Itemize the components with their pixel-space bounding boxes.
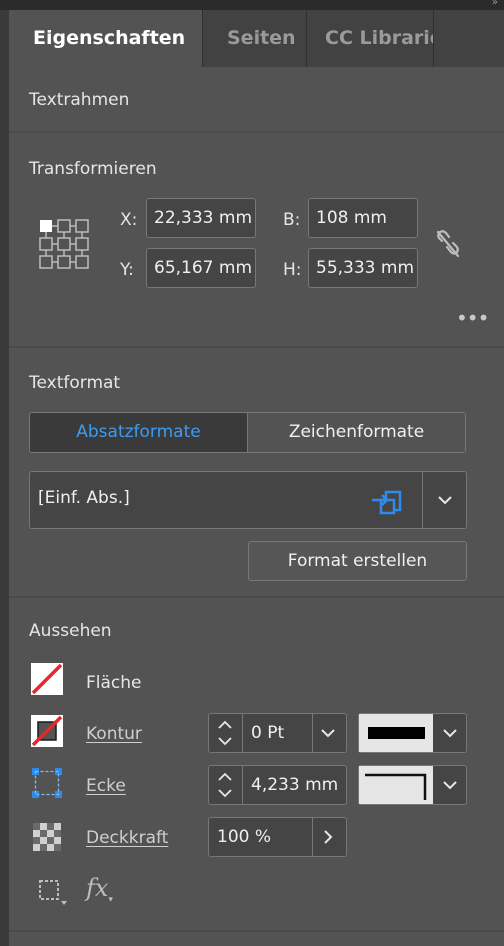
tab-label: Eigenschaften <box>33 27 186 49</box>
dropdown-triangle-icon: ▾ <box>108 895 113 905</box>
panel-top-strip: » <box>0 0 504 10</box>
selected-style-value: [Einf. Abs.] <box>38 488 130 508</box>
stroke-type-dropdown[interactable] <box>358 713 467 753</box>
corner-size-stepper[interactable] <box>209 766 243 804</box>
reference-point-icon[interactable] <box>38 218 90 270</box>
more-options-icon[interactable]: ••• <box>456 306 489 330</box>
tab-label: CC Libraries <box>325 27 433 49</box>
chevron-down-icon[interactable] <box>442 727 458 739</box>
field-separator <box>312 714 313 752</box>
corner-options-icon[interactable] <box>31 767 63 799</box>
effects-fx-icon[interactable]: fx▾ <box>86 874 113 905</box>
corner-shape-dropdown[interactable] <box>358 765 467 805</box>
tab-separator <box>433 10 434 67</box>
chevron-down-icon[interactable] <box>442 779 458 791</box>
fx-label: fx <box>86 874 109 902</box>
textformat-section-title: Textformat <box>29 373 121 393</box>
apply-style-icon[interactable] <box>370 487 404 515</box>
collapse-panel-icon[interactable]: » <box>492 0 498 8</box>
section-divider <box>9 596 504 598</box>
corner-shape-icon <box>365 773 427 800</box>
section-divider <box>9 930 504 932</box>
panel-tabs: Eigenschaften Seiten CC Libraries <box>9 10 504 67</box>
stroke-weight-field: 0 Pt <box>208 713 347 753</box>
stepper-arrows-icon[interactable] <box>209 714 241 752</box>
section-divider <box>9 346 504 348</box>
section-divider <box>9 131 504 133</box>
x-label: X: <box>120 210 138 230</box>
stroke-weight-value[interactable]: 0 Pt <box>251 714 284 752</box>
width-field[interactable]: 108 mm <box>308 198 418 238</box>
tab-seiten[interactable]: Seiten <box>203 10 306 67</box>
opacity-value[interactable]: 100 % <box>217 818 271 856</box>
fill-label: Fläche <box>86 673 142 693</box>
opacity-checker-icon <box>33 823 61 851</box>
transform-section-title: Transformieren <box>29 159 157 179</box>
stroke-link[interactable]: Kontur <box>86 724 142 744</box>
object-type-title: Textrahmen <box>29 90 130 110</box>
stroke-weight-stepper[interactable] <box>209 714 243 752</box>
stroke-line-sample <box>368 727 425 739</box>
panel-left-edge <box>0 10 9 946</box>
create-format-button[interactable]: Format erstellen <box>248 541 467 581</box>
opacity-link[interactable]: Deckkraft <box>86 828 168 848</box>
tab-zeichenformate[interactable]: Zeichenformate <box>248 413 465 452</box>
paragraph-style-dropdown[interactable]: [Einf. Abs.] <box>29 471 467 529</box>
corner-size-field: 4,233 mm <box>208 765 347 805</box>
dropdown-separator <box>422 472 423 528</box>
corner-size-value[interactable]: 4,233 mm <box>251 766 338 804</box>
frame-options-icon[interactable] <box>38 879 68 907</box>
x-position-field[interactable]: 22,333 mm <box>146 198 256 238</box>
corner-shape-preview <box>359 766 433 804</box>
width-label: B: <box>283 210 301 230</box>
chevron-down-icon[interactable] <box>320 727 336 739</box>
stroke-type-preview <box>359 714 433 752</box>
y-position-field[interactable]: 65,167 mm <box>146 248 256 288</box>
stroke-swatch-icon[interactable] <box>30 714 64 748</box>
height-field[interactable]: 55,333 mm <box>308 248 418 288</box>
fill-swatch-icon[interactable] <box>30 662 64 696</box>
aussehen-section-title: Aussehen <box>29 621 112 641</box>
y-label: Y: <box>120 260 134 280</box>
tab-label: Seiten <box>227 27 296 49</box>
tab-absatzformate[interactable]: Absatzformate <box>30 413 248 452</box>
height-label: H: <box>283 260 302 280</box>
opacity-field: 100 % <box>208 817 347 857</box>
tab-cc-libraries[interactable]: CC Libraries <box>307 10 433 67</box>
tab-eigenschaften[interactable]: Eigenschaften <box>9 10 202 67</box>
chain-link-broken-icon[interactable] <box>434 228 462 260</box>
corner-link[interactable]: Ecke <box>86 776 126 796</box>
format-type-toggle: Absatzformate Zeichenformate <box>29 412 466 453</box>
field-separator <box>312 818 313 856</box>
chevron-down-icon[interactable] <box>437 494 453 506</box>
chevron-right-icon[interactable] <box>322 829 334 845</box>
stepper-arrows-icon[interactable] <box>209 766 241 804</box>
